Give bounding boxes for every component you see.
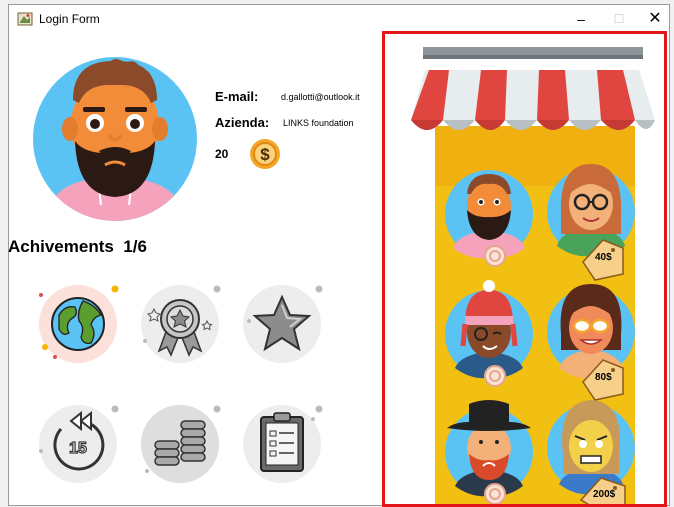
maximize-button[interactable]: ☐ bbox=[599, 5, 639, 33]
minimize-button[interactable]: – bbox=[561, 5, 601, 33]
badge-globe[interactable] bbox=[35, 281, 121, 367]
title-bar: Login Form – ☐ ✕ bbox=[9, 5, 669, 33]
badge-clipboard[interactable] bbox=[239, 401, 325, 487]
svg-text:15: 15 bbox=[69, 440, 87, 457]
badge-medal[interactable] bbox=[137, 281, 223, 367]
java-app-icon bbox=[17, 12, 33, 26]
owned-badge-icon bbox=[484, 365, 506, 387]
close-button[interactable]: ✕ bbox=[635, 5, 674, 33]
achievements-progress: 1/6 bbox=[123, 237, 147, 256]
owned-badge-icon bbox=[484, 483, 506, 504]
badge-rewind[interactable]: 15 bbox=[35, 401, 121, 487]
email-label: E-mail: bbox=[215, 89, 259, 104]
achievements-label: Achivements bbox=[8, 237, 114, 256]
badge-star[interactable] bbox=[239, 281, 325, 367]
coin-count: 20 bbox=[215, 147, 229, 161]
badge-coins[interactable] bbox=[137, 401, 223, 487]
email-value: d.gallotti@outlook.it bbox=[281, 92, 360, 102]
price-label: 40$ bbox=[595, 252, 612, 263]
achievements-title: Achivements 1/6 bbox=[8, 237, 147, 257]
company-value: LINKS foundation bbox=[283, 118, 354, 128]
avatar-shop-panel: 40$ 80$ 200$ bbox=[382, 31, 667, 507]
price-label: 200$ bbox=[593, 489, 616, 500]
login-form-window: Login Form – ☐ ✕ E-mail: d.gallotti@outl… bbox=[8, 4, 670, 507]
coin-icon: $ bbox=[250, 139, 280, 169]
globe-icon bbox=[51, 297, 105, 351]
coin-symbol: $ bbox=[260, 145, 270, 164]
shop-awning bbox=[411, 47, 655, 130]
company-label: Azienda: bbox=[215, 115, 270, 130]
owned-badge-icon bbox=[484, 245, 506, 267]
price-label: 80$ bbox=[595, 372, 612, 383]
profile-avatar bbox=[33, 57, 197, 221]
window-title: Login Form bbox=[39, 12, 100, 26]
clipboard-icon bbox=[260, 412, 304, 472]
